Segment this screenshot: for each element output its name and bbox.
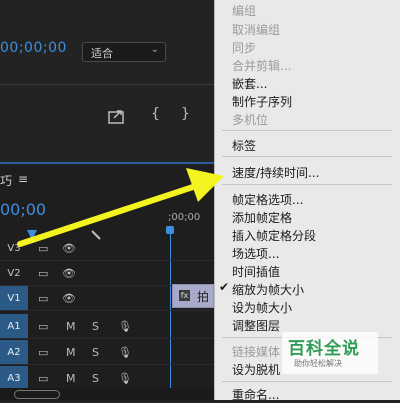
mute-button[interactable]: M	[66, 340, 76, 364]
menu-item-frame-hold-options[interactable]: 帧定格选项...	[232, 191, 303, 208]
menu-item-sync[interactable]: 同步	[232, 39, 256, 56]
track-label[interactable]: A2	[0, 340, 28, 364]
track-label[interactable]: V3	[0, 236, 28, 260]
track-label[interactable]: V1	[0, 286, 28, 310]
microphone-icon[interactable]: 🎙	[118, 314, 132, 338]
menu-item-rename[interactable]: 重命名...	[232, 386, 279, 403]
fx-badge: fx	[179, 290, 190, 301]
solo-button[interactable]: S	[92, 366, 99, 390]
program-timecode[interactable]: 00;00;00	[0, 40, 67, 56]
menu-item-insert-frame-hold-segment[interactable]: 插入帧定格分段	[232, 227, 316, 244]
video-clip[interactable]: fx 拍	[172, 284, 214, 308]
scrollbar-thumb[interactable]	[14, 390, 60, 399]
sequence-tab[interactable]: 巧	[0, 172, 12, 189]
menu-item-merge-clips[interactable]: 合并剪辑...	[232, 57, 291, 74]
export-frame-icon[interactable]	[108, 108, 126, 128]
watermark-title: 百科全说	[288, 339, 360, 359]
monitor-divider	[0, 84, 214, 85]
sync-lock-icon[interactable]: ▭	[38, 261, 48, 285]
menu-separator	[222, 156, 392, 157]
menu-item-set-to-frame-size[interactable]: 设为帧大小	[232, 299, 292, 316]
solo-button[interactable]: S	[92, 340, 99, 364]
sync-lock-icon[interactable]: ▭	[38, 366, 48, 390]
checkmark-icon: ✔	[219, 280, 230, 294]
track-v2[interactable]: V2 ▭ 👁	[0, 261, 214, 286]
menu-item-field-options[interactable]: 场选项...	[232, 245, 279, 262]
menu-item-make-offline[interactable]: 设为脱机	[232, 361, 280, 378]
eye-icon[interactable]: 👁	[62, 286, 76, 310]
menu-item-add-frame-hold[interactable]: 添加帧定格	[232, 209, 292, 226]
fit-zoom-select[interactable]: 适合 ⌄	[82, 42, 166, 62]
menu-item-speed-duration[interactable]: 速度/持续时间...	[232, 164, 320, 181]
track-label[interactable]: A1	[0, 314, 28, 338]
mark-out-icon[interactable]: }	[181, 106, 190, 122]
menu-item-adjustment-layer[interactable]: 调整图层	[232, 317, 280, 334]
eye-icon[interactable]: 👁	[62, 236, 76, 260]
track-v3[interactable]: V3 ▭ 👁	[0, 236, 214, 261]
menu-separator	[222, 130, 392, 131]
menu-item-time-interpolation[interactable]: 时间插值	[232, 263, 280, 280]
menu-item-link-media[interactable]: 链接媒体	[232, 343, 280, 360]
menu-item-make-subsequence[interactable]: 制作子序列	[232, 93, 292, 110]
eye-icon[interactable]: 👁	[62, 261, 76, 285]
menu-item-multicam[interactable]: 多机位	[232, 111, 268, 128]
watermark-logo: 百科全说 助你轻松解决	[282, 332, 378, 374]
menu-separator	[222, 381, 392, 382]
clip-name: 拍	[197, 290, 210, 304]
mute-button[interactable]: M	[66, 366, 76, 390]
sync-lock-icon[interactable]: ▭	[38, 314, 48, 338]
track-a2[interactable]: A2 ▭ M S 🎙	[0, 340, 214, 365]
sync-lock-icon[interactable]: ▭	[38, 236, 48, 260]
menu-separator	[222, 184, 392, 185]
microphone-icon[interactable]: 🎙	[118, 340, 132, 364]
solo-button[interactable]: S	[92, 314, 99, 338]
fit-select-label: 适合	[91, 47, 113, 60]
chevron-down-icon: ⌄	[150, 44, 159, 55]
snap-icon[interactable]	[26, 226, 37, 240]
watermark-subtitle: 助你轻松解决	[294, 359, 342, 368]
panel-menu-icon[interactable]: ≡	[18, 172, 28, 186]
sync-lock-icon[interactable]: ▭	[38, 286, 48, 310]
track-label[interactable]: A3	[0, 366, 28, 390]
track-label[interactable]: V2	[0, 261, 28, 285]
mark-in-icon[interactable]: {	[151, 106, 160, 122]
program-monitor	[0, 0, 214, 160]
timeline-timecode[interactable]: 00;00	[0, 200, 46, 219]
menu-item-ungroup[interactable]: 取消编组	[232, 21, 280, 38]
microphone-icon[interactable]: 🎙	[118, 366, 132, 390]
menu-item-group[interactable]: 编组	[232, 2, 256, 19]
mute-button[interactable]: M	[66, 314, 76, 338]
menu-item-nest[interactable]: 嵌套...	[232, 75, 267, 92]
ruler-timecode: ;00;00	[168, 212, 201, 223]
menu-item-label[interactable]: 标签	[232, 137, 256, 154]
track-a1[interactable]: A1 ▭ M S 🎙	[0, 314, 214, 339]
menu-item-scale-to-frame-size[interactable]: 缩放为帧大小	[232, 281, 304, 298]
sync-lock-icon[interactable]: ▭	[38, 340, 48, 364]
